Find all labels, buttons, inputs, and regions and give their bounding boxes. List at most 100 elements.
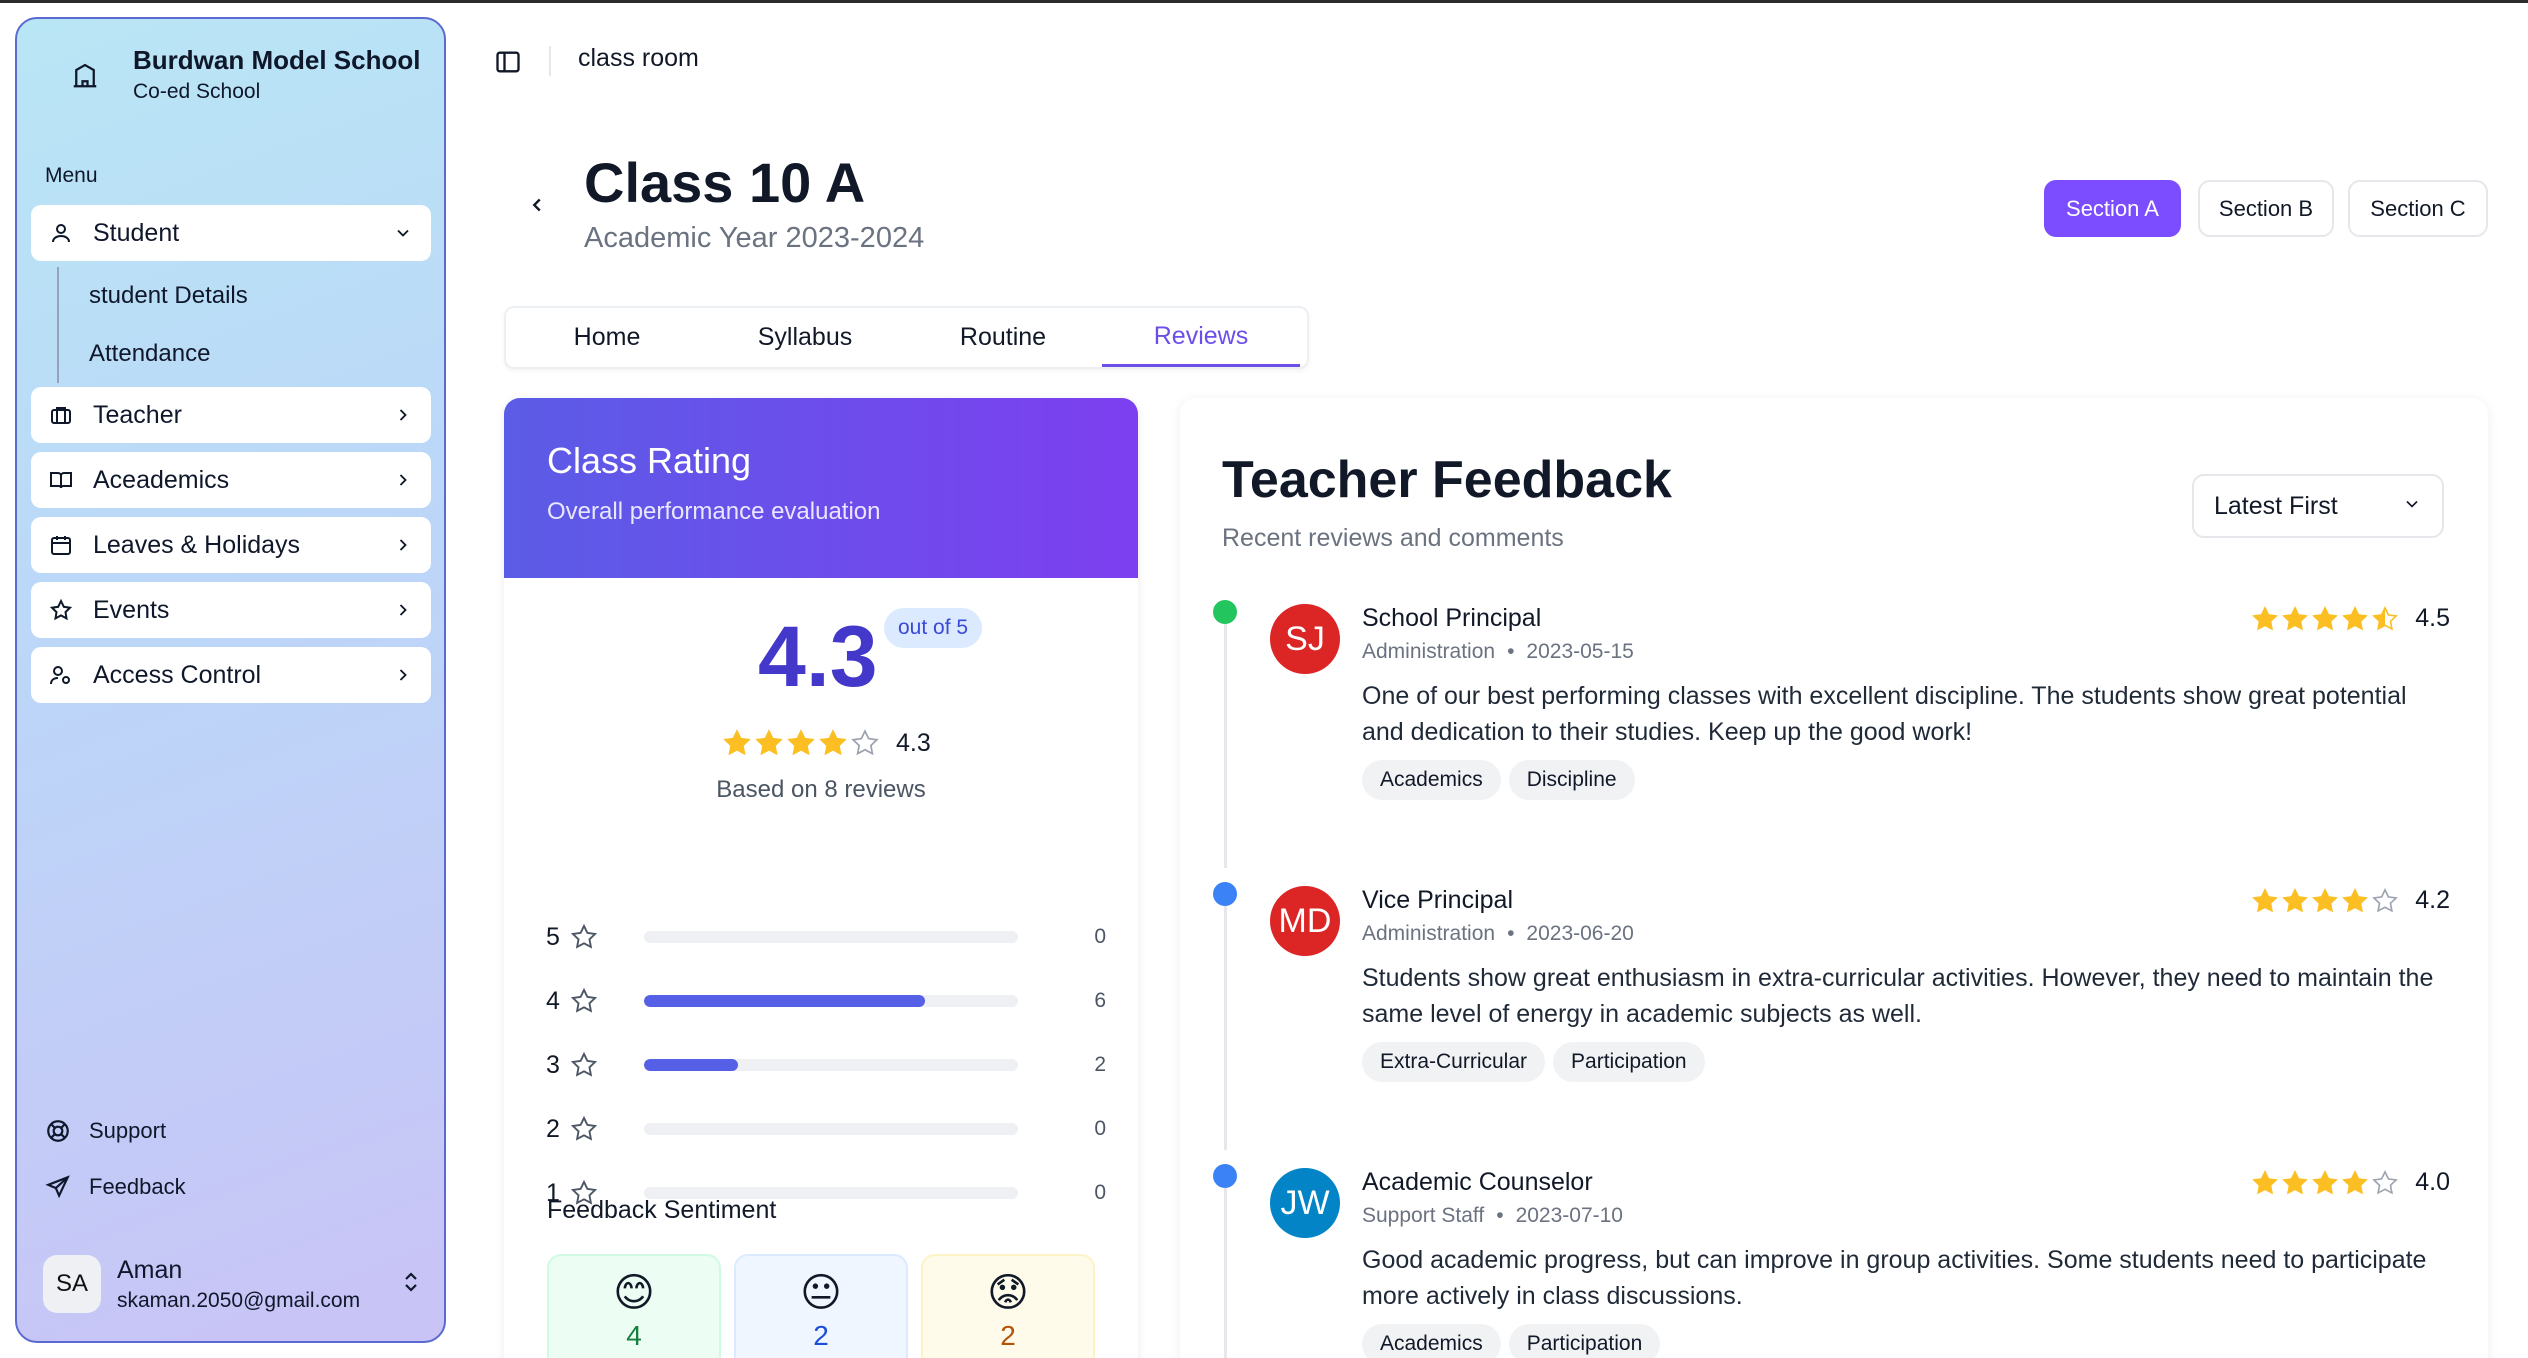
star-rating <box>2251 887 2401 915</box>
review-tags: Academics Discipline <box>1362 760 1643 800</box>
tab-syllabus[interactable]: Syllabus <box>706 308 904 367</box>
out-of-badge: out of 5 <box>884 608 983 648</box>
back-icon[interactable] <box>522 190 552 220</box>
review-count: Based on 8 reviews <box>716 776 926 803</box>
star-icon <box>2282 605 2309 630</box>
sentiment-positive-count: 4 <box>626 1320 642 1351</box>
chevron-right-icon <box>391 663 415 687</box>
feedback-label: Feedback <box>89 1174 186 1199</box>
timeline-dot <box>1213 882 1237 906</box>
rating-bar <box>644 931 1018 943</box>
user-name: Aman <box>117 1255 183 1284</box>
user-key-icon <box>47 661 75 689</box>
timeline-dot <box>1213 1164 1237 1188</box>
tag[interactable]: Academics <box>1362 1324 1501 1358</box>
academic-year: Academic Year 2023-2024 <box>584 222 925 254</box>
star-icon <box>2282 1169 2309 1194</box>
chevrons-up-down-icon <box>399 1270 423 1299</box>
rating-count: 0 <box>1094 1181 1106 1204</box>
tab-home[interactable]: Home <box>508 308 706 367</box>
reviewer-name: Vice Principal <box>1362 886 1514 914</box>
star-rating <box>2251 605 2401 633</box>
tag[interactable]: Participation <box>1508 1324 1661 1358</box>
rating-count: 2 <box>1094 1053 1106 1076</box>
sidebar-item-teacher[interactable]: Teacher <box>31 387 431 443</box>
review-rating: 4.2 <box>2251 886 2450 915</box>
sentiment-title: Feedback Sentiment <box>547 1196 777 1224</box>
rating-distribution-row: 5 0 <box>546 917 1106 957</box>
star-icon <box>2312 605 2339 630</box>
rating-distribution-row: 3 2 <box>546 1045 1106 1085</box>
section-a-button[interactable]: Section A <box>2044 180 2181 237</box>
calendar-icon <box>47 531 75 559</box>
tab-reviews[interactable]: Reviews <box>1102 308 1300 367</box>
sidebar-item-events[interactable]: Events <box>31 582 431 638</box>
chevron-down-icon <box>391 221 415 245</box>
sidebar-item-label: Teacher <box>93 400 182 429</box>
brand[interactable]: Burdwan Model School Co-ed School <box>57 45 420 104</box>
star-icon <box>47 596 75 624</box>
chevron-right-icon <box>391 533 415 557</box>
feedback-item: JW Academic Counselor Support Staff • 2023… <box>1270 1168 2450 1358</box>
class-tabs: Home Syllabus Routine Reviews <box>504 306 1309 369</box>
smile-icon: 😊 <box>613 1270 655 1316</box>
review-text: Good academic progress, but can improve … <box>1362 1246 2427 1310</box>
sidebar-item-label: Access Control <box>93 660 262 689</box>
star-outline-icon <box>570 922 600 952</box>
sidebar-item-label: Events <box>93 595 170 624</box>
sentiment-negative: 😟 2 <box>921 1254 1095 1358</box>
sidebar: Burdwan Model School Co-ed School Menu S… <box>15 17 446 1343</box>
sentiment-negative-count: 2 <box>1000 1320 1016 1351</box>
section-b-button[interactable]: Section B <box>2198 180 2334 237</box>
review-rating-value: 4.0 <box>2415 1168 2450 1196</box>
send-icon <box>43 1172 73 1202</box>
timeline-line <box>1224 624 1227 868</box>
reviewer-meta: Administration • 2023-06-20 <box>1362 922 1634 945</box>
sort-dropdown[interactable]: Latest First <box>2192 474 2444 538</box>
timeline-line <box>1224 1188 1227 1358</box>
star-rating <box>722 728 882 758</box>
rating-bar-fill <box>644 995 925 1007</box>
star-icon <box>2252 887 2279 912</box>
worried-face-icon: 😟 <box>987 1270 1029 1316</box>
tag[interactable]: Extra-Curricular <box>1362 1042 1546 1082</box>
review-rating-value: 4.5 <box>2415 604 2450 632</box>
feedback-link[interactable]: Feedback <box>43 1172 186 1202</box>
sidebar-item-leaves-holidays[interactable]: Leaves & Holidays <box>31 517 431 573</box>
tag[interactable]: Discipline <box>1508 760 1635 800</box>
rating-title: Class Rating <box>547 440 752 481</box>
star-icon <box>2372 887 2399 912</box>
header-divider <box>549 46 551 76</box>
rating-header: Class Rating Overall performance evaluat… <box>504 398 1138 578</box>
school-icon <box>57 47 113 103</box>
user-menu[interactable]: SA Aman skaman.2050@gmail.com <box>43 1255 423 1313</box>
sidebar-item-student[interactable]: Student <box>31 205 431 261</box>
star-icon <box>819 729 847 756</box>
window-top-border <box>0 0 2528 3</box>
sidebar-subitem-student-details[interactable]: student Details <box>59 267 357 325</box>
star-icon <box>2342 1169 2369 1194</box>
star-level: 3 <box>546 1050 560 1079</box>
timeline-dot <box>1213 600 1237 624</box>
star-level: 2 <box>546 1114 560 1143</box>
tab-routine[interactable]: Routine <box>904 308 1102 367</box>
tag[interactable]: Academics <box>1362 760 1501 800</box>
tag[interactable]: Participation <box>1553 1042 1705 1082</box>
rating-count: 0 <box>1094 1117 1106 1140</box>
sidebar-item-academics[interactable]: Aceademics <box>31 452 431 508</box>
star-icon <box>2342 605 2369 630</box>
star-icon <box>2342 887 2369 912</box>
sidebar-toggle-icon[interactable] <box>490 44 526 80</box>
reviewer-role: Support Staff <box>1362 1204 1485 1227</box>
star-icon <box>2252 605 2279 630</box>
rating-bar <box>644 1059 1018 1071</box>
support-link[interactable]: Support <box>43 1116 166 1146</box>
user-icon <box>47 219 75 247</box>
section-c-button[interactable]: Section C <box>2348 180 2488 237</box>
sidebar-item-access-control[interactable]: Access Control <box>31 647 431 703</box>
star-icon <box>2372 605 2399 630</box>
sidebar-subitem-attendance[interactable]: Attendance <box>59 325 357 383</box>
feedback-item: SJ School Principal Administration • 2023-… <box>1270 604 2450 804</box>
star-level: 5 <box>546 922 560 951</box>
star-outline-icon <box>570 1050 600 1080</box>
